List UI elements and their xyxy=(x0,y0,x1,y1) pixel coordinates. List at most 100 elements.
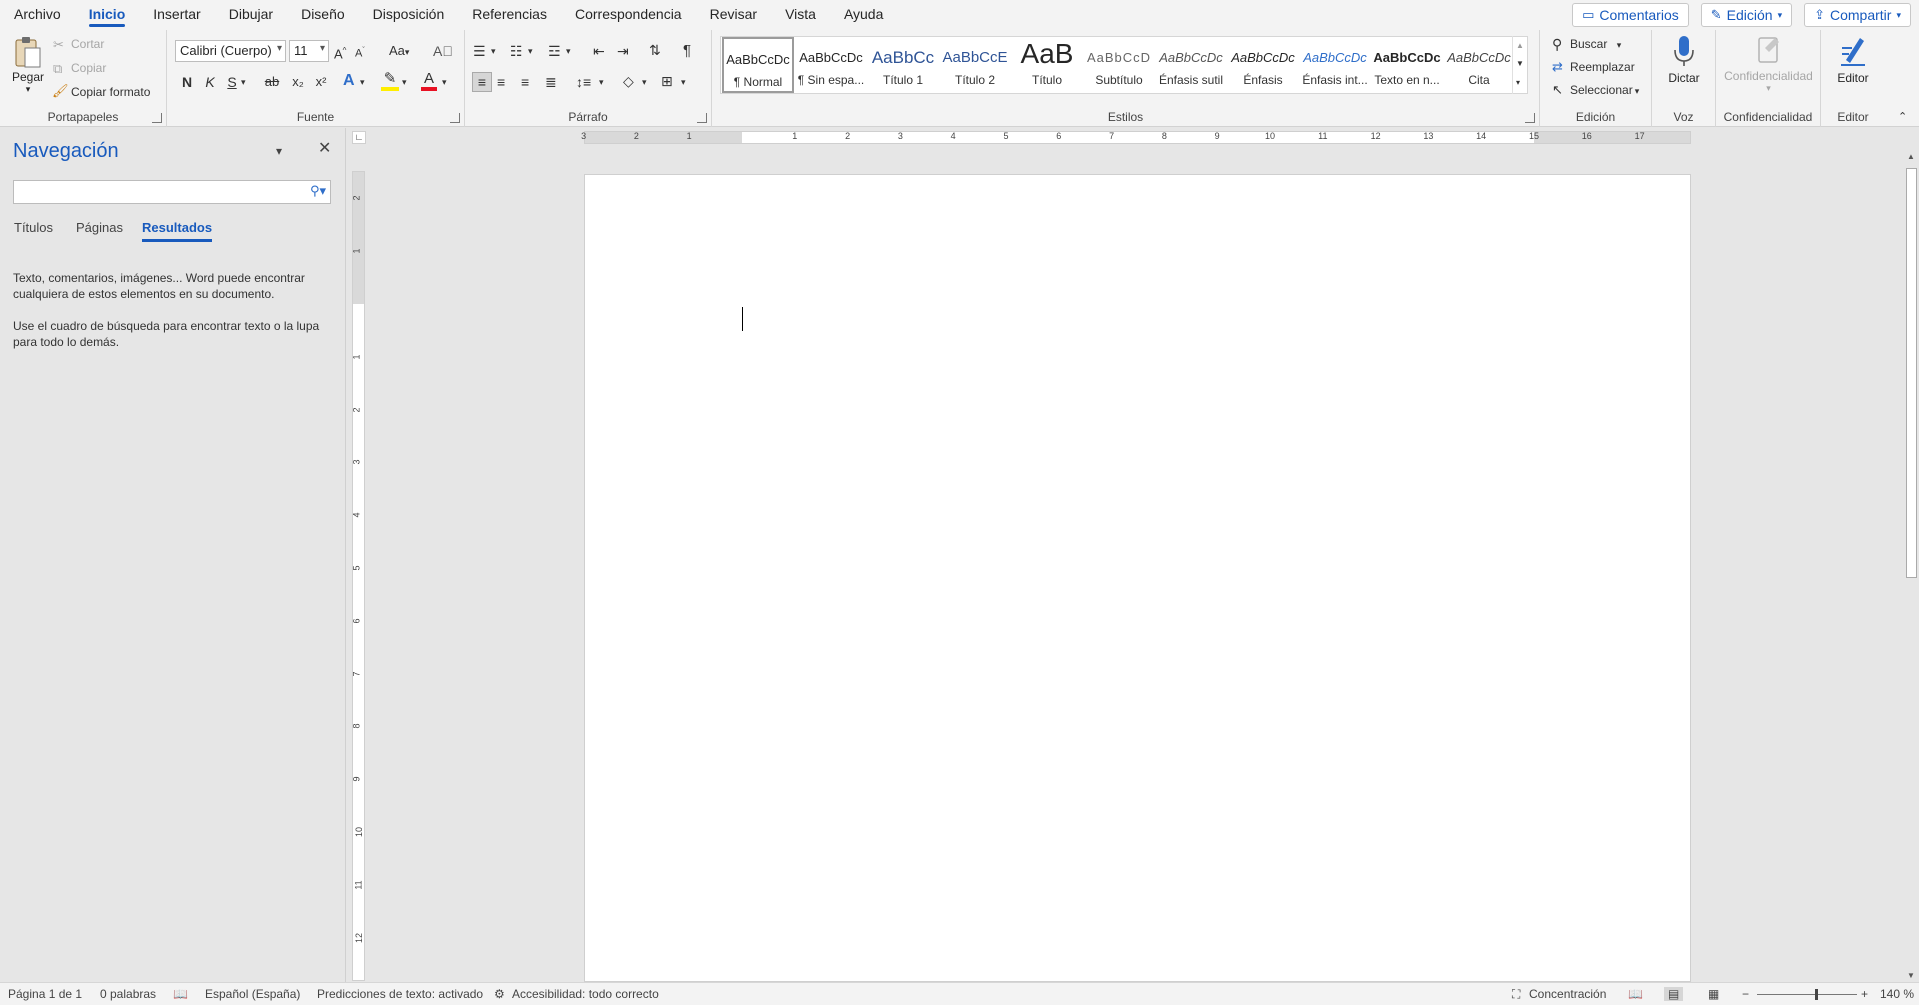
nav-search-input[interactable] xyxy=(18,182,298,202)
style-intense-emphasis[interactable]: AaBbCcDc Énfasis int... xyxy=(1299,37,1371,93)
zoom-out-icon[interactable]: − xyxy=(1742,987,1749,1001)
scrollbar-thumb[interactable] xyxy=(1906,168,1917,578)
format-painter-button[interactable]: Copiar formato xyxy=(71,85,150,99)
zoom-level[interactable]: 140 % xyxy=(1880,987,1914,1001)
paste-button[interactable]: Pegar ▾ xyxy=(8,34,48,104)
web-layout-icon[interactable]: ▦ xyxy=(1708,987,1719,1001)
chevron-down-icon[interactable]: ▾ xyxy=(642,73,647,91)
dialog-launcher-icon[interactable] xyxy=(697,113,707,123)
chevron-down-icon[interactable]: ▼ xyxy=(1907,971,1915,980)
tab-diseno[interactable]: Diseño xyxy=(287,0,359,30)
zoom-in-icon[interactable]: + xyxy=(1861,987,1868,1001)
expand-gallery-icon[interactable]: ▾ xyxy=(1516,74,1520,92)
search-icon[interactable]: ⚲▾ xyxy=(310,183,326,199)
line-spacing-icon[interactable]: ↕≡ xyxy=(576,73,591,91)
nav-options-icon[interactable]: ▾ xyxy=(276,142,282,160)
chevron-down-icon[interactable]: ▾ xyxy=(566,42,571,60)
chevron-up-icon[interactable]: ▲ xyxy=(1907,152,1915,161)
font-size-select[interactable]: 11 ▾ xyxy=(289,40,329,62)
select-button[interactable]: Seleccionar ▾ xyxy=(1570,83,1639,97)
sort-icon[interactable]: ⇅ xyxy=(649,41,661,59)
style-title[interactable]: AaB Título xyxy=(1011,37,1083,93)
bullets-icon[interactable]: ☰ xyxy=(473,42,486,60)
chevron-down-icon[interactable]: ▾ xyxy=(528,42,533,60)
align-right-icon[interactable]: ≡ xyxy=(521,73,529,91)
dialog-launcher-icon[interactable] xyxy=(1525,113,1535,123)
close-icon[interactable]: ✕ xyxy=(318,140,331,158)
page-count[interactable]: Página 1 de 1 xyxy=(8,987,82,1001)
word-count[interactable]: 0 palabras xyxy=(100,987,156,1001)
editing-mode-button[interactable]: ✎ Edición ▾ xyxy=(1700,3,1793,27)
collapse-ribbon-icon[interactable]: ⌃ xyxy=(1898,108,1907,126)
font-color-icon[interactable]: A xyxy=(421,71,437,91)
text-effects-icon[interactable]: A xyxy=(343,72,355,90)
underline-button[interactable]: S xyxy=(224,73,240,91)
comments-button[interactable]: ▭ Comentarios xyxy=(1572,3,1689,27)
superscript-button[interactable]: x² xyxy=(312,73,330,91)
chevron-down-icon[interactable]: ▾ xyxy=(681,73,686,91)
language[interactable]: Español (España) xyxy=(205,987,300,1001)
chevron-down-icon[interactable]: ▼ xyxy=(1516,55,1524,73)
dictate-button[interactable]: Dictar xyxy=(1658,34,1710,94)
bold-button[interactable]: N xyxy=(179,73,195,91)
style-normal[interactable]: AaBbCcDc ¶ Normal xyxy=(722,37,794,93)
copy-button[interactable]: Copiar xyxy=(71,61,106,75)
editor-button[interactable]: Editor xyxy=(1827,34,1879,94)
tab-disposicion[interactable]: Disposición xyxy=(359,0,459,30)
borders-icon[interactable]: ⊞ xyxy=(661,72,673,90)
numbering-icon[interactable]: ☷ xyxy=(510,42,523,60)
shading-icon[interactable]: ◇ xyxy=(623,72,634,90)
subscript-button[interactable]: x₂ xyxy=(289,73,307,91)
style-quote[interactable]: AaBbCcDc Cita xyxy=(1443,37,1515,93)
italic-button[interactable]: K xyxy=(202,73,218,91)
increase-indent-icon[interactable]: ⇥ xyxy=(617,42,629,60)
tab-revisar[interactable]: Revisar xyxy=(696,0,771,30)
align-center-icon[interactable]: ≡ xyxy=(497,73,505,91)
style-emphasis[interactable]: AaBbCcDc Énfasis xyxy=(1227,37,1299,93)
proofing-icon[interactable]: 📖 xyxy=(173,987,188,1001)
nav-tab-results[interactable]: Resultados xyxy=(142,220,213,242)
vertical-ruler[interactable]: 2 1 1 2 3 4 5 6 7 8 9 10 11 12 xyxy=(352,171,365,981)
dialog-launcher-icon[interactable] xyxy=(152,113,162,123)
replace-button[interactable]: Reemplazar xyxy=(1570,60,1635,74)
show-marks-icon[interactable]: ¶ xyxy=(683,42,691,60)
chevron-down-icon[interactable]: ▾ xyxy=(599,73,604,91)
zoom-slider[interactable] xyxy=(1757,989,1857,1000)
align-left-icon[interactable]: ≡ xyxy=(472,72,492,92)
chevron-down-icon[interactable]: ▾ xyxy=(360,73,365,91)
style-heading-2[interactable]: AaBbCcE Título 2 xyxy=(939,37,1011,93)
dialog-launcher-icon[interactable] xyxy=(450,113,460,123)
font-family-select[interactable]: Calibri (Cuerpo) ▾ xyxy=(175,40,286,62)
cut-button[interactable]: Cortar xyxy=(71,37,104,51)
highlight-icon[interactable]: ✎ xyxy=(381,71,399,91)
justify-icon[interactable]: ≣ xyxy=(545,73,557,91)
document-page[interactable] xyxy=(584,174,1691,982)
tab-referencias[interactable]: Referencias xyxy=(458,0,561,30)
style-no-spacing[interactable]: AaBbCcDc ¶ Sin espa... xyxy=(795,37,867,93)
multilevel-list-icon[interactable]: ☲ xyxy=(548,42,561,60)
focus-button[interactable]: Concentración xyxy=(1529,987,1606,1001)
change-case-button[interactable]: Aa▾ xyxy=(389,42,409,61)
style-strong[interactable]: AaBbCcDc Texto en n... xyxy=(1371,37,1443,93)
grow-font-icon[interactable]: A^ xyxy=(334,42,346,63)
accessibility-status[interactable]: Accesibilidad: todo correcto xyxy=(512,987,659,1001)
chevron-down-icon[interactable]: ▾ xyxy=(241,73,246,91)
decrease-indent-icon[interactable]: ⇤ xyxy=(593,42,605,60)
strikethrough-button[interactable]: ab xyxy=(263,73,281,91)
nav-tab-headings[interactable]: Títulos xyxy=(14,220,53,235)
tab-vista[interactable]: Vista xyxy=(771,0,830,30)
tab-ayuda[interactable]: Ayuda xyxy=(830,0,897,30)
chevron-down-icon[interactable]: ▾ xyxy=(491,42,496,60)
nav-tab-pages[interactable]: Páginas xyxy=(76,220,123,235)
zoom-slider-thumb[interactable] xyxy=(1815,989,1818,1000)
print-layout-icon[interactable]: ▤ xyxy=(1664,987,1684,1001)
tab-insertar[interactable]: Insertar xyxy=(139,0,214,30)
vertical-scrollbar[interactable]: ▲ ▼ xyxy=(1904,150,1919,982)
tab-inicio[interactable]: Inicio xyxy=(75,0,140,30)
style-subtle-emphasis[interactable]: AaBbCcDc Énfasis sutil xyxy=(1155,37,1227,93)
horizontal-ruler[interactable]: 3 2 1 1 2 3 4 5 6 7 8 9 10 11 12 13 14 15 16 17 xyxy=(581,131,1691,144)
read-mode-icon[interactable]: 📖 xyxy=(1628,987,1643,1001)
chevron-down-icon[interactable]: ▾ xyxy=(402,73,407,91)
clear-formatting-icon[interactable]: A⃠ xyxy=(433,42,453,60)
find-button[interactable]: Buscar ▾ xyxy=(1570,37,1621,51)
